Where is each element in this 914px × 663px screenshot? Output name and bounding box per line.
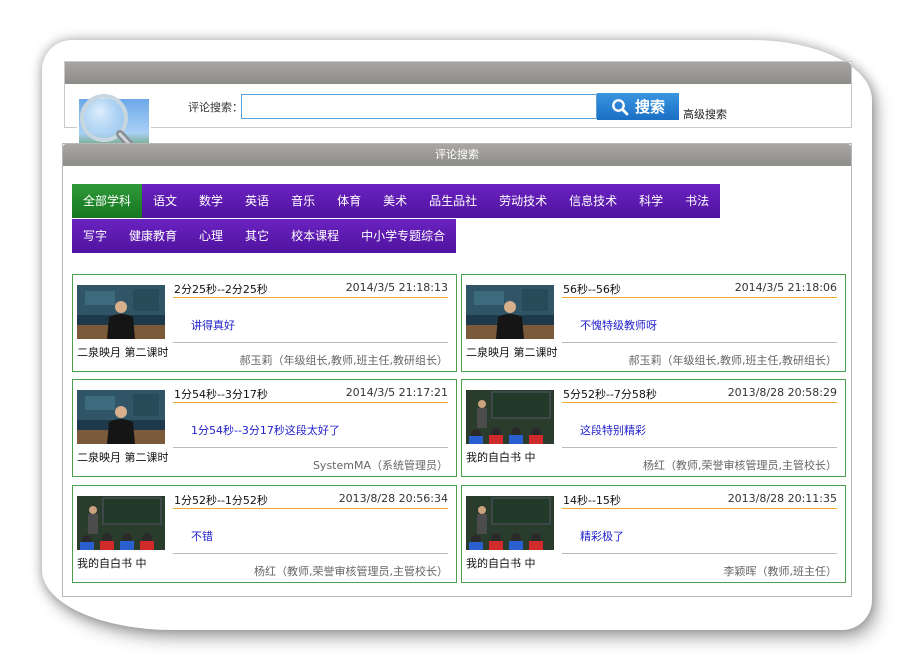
time-range: 5分52秒--7分58秒 (563, 388, 657, 401)
comment-text[interactable]: 这段特别精彩 (580, 422, 646, 438)
search-bar-header (65, 62, 851, 84)
divider (562, 297, 837, 298)
video-thumbnail[interactable] (77, 496, 165, 550)
tab-tabs_row1-3[interactable]: 英语 (234, 184, 281, 218)
divider (173, 342, 448, 343)
divider (562, 402, 837, 403)
tab-tabs_row1-8[interactable]: 劳动技术 (488, 184, 559, 218)
divider (173, 508, 448, 509)
divider (562, 553, 837, 554)
comment-date: 2014/3/5 21:18:06 (734, 281, 837, 294)
advanced-search-link[interactable]: 高级搜索 (683, 106, 727, 122)
tab-tabs_row1-2[interactable]: 数学 (188, 184, 235, 218)
search-input[interactable] (241, 94, 597, 119)
page: 评论搜索： 搜索 高级搜索 评论搜索 全部学科 语文 数学 英语 音乐 体育 美… (0, 0, 914, 663)
tab-tabs_row1-4[interactable]: 音乐 (280, 184, 327, 218)
comment-card: 二泉映月 第二课时 56秒--56秒 2014/3/5 21:18:06 不愧特级教师… (461, 274, 846, 372)
video-title[interactable]: 我的自白书 中 (77, 555, 147, 571)
comment-search-panel: 评论搜索 全部学科 语文 数学 英语 音乐 体育 美术 品生品社 劳动技术 信息技术 科学 书法 写字… (62, 143, 852, 597)
panel-title: 评论搜索 (63, 144, 851, 166)
tab-tabs_row2-2[interactable]: 心理 (188, 219, 235, 253)
search-label: 评论搜索： (188, 101, 243, 114)
video-thumbnail[interactable] (77, 390, 165, 444)
video-thumbnail[interactable] (466, 285, 554, 339)
time-range: 1分52秒--1分52秒 (174, 494, 268, 507)
divider (173, 447, 448, 448)
time-range: 56秒--56秒 (563, 283, 621, 296)
comment-card: 我的自白书 中 14秒--15秒 2013/8/28 20:11:35 精彩极了李颖晖… (461, 485, 846, 583)
comment-author: 李颖晖（教师,班主任） (723, 565, 838, 578)
divider (562, 342, 837, 343)
divider (173, 297, 448, 298)
video-thumbnail[interactable] (466, 496, 554, 550)
video-title[interactable]: 二泉映月 第二课时 (77, 344, 169, 360)
comment-text[interactable]: 不愧特级教师呀 (580, 317, 657, 333)
video-title[interactable]: 二泉映月 第二课时 (466, 344, 558, 360)
tab-tabs_row1-6[interactable]: 美术 (372, 184, 419, 218)
search-button-label: 搜索 (634, 98, 665, 116)
video-thumbnail[interactable] (466, 390, 554, 444)
comment-date: 2013/8/28 20:11:35 (727, 492, 837, 505)
time-range: 1分54秒--3分17秒 (174, 388, 268, 401)
tab-tabs_row2-4[interactable]: 校本课程 (280, 219, 351, 253)
tab-tabs_row1-0[interactable]: 全部学科 (72, 184, 143, 218)
video-title[interactable]: 二泉映月 第二课时 (77, 449, 169, 465)
comment-author: 郝玉莉（年级组长,教师,班主任,教研组长） (628, 354, 838, 367)
tab-tabs_row2-3[interactable]: 其它 (234, 219, 281, 253)
comment-author: SystemMA（系统管理员） (312, 459, 448, 472)
comment-text[interactable]: 不错 (191, 528, 213, 544)
comment-date: 2013/8/28 20:56:34 (338, 492, 448, 505)
video-thumbnail[interactable] (77, 285, 165, 339)
tab-tabs_row2-0[interactable]: 写字 (72, 219, 119, 253)
divider (562, 508, 837, 509)
comment-card: 二泉映月 第二课时 1分54秒--3分17秒 2014/3/5 21:17:21 1分… (72, 379, 457, 477)
comment-date: 2013/8/28 20:58:29 (727, 386, 837, 399)
comment-card: 我的自白书 中 5分52秒--7分58秒 2013/8/28 20:58:29 这段特… (461, 379, 846, 477)
subject-tabs-row-2: 写字 健康教育 心理 其它 校本课程 中小学专题综合 (72, 219, 457, 253)
comment-author: 郝玉莉（年级组长,教师,班主任,教研组长） (239, 354, 449, 367)
subject-tabs-row-1: 全部学科 语文 数学 英语 音乐 体育 美术 品生品社 劳动技术 信息技术 科学 书法 (72, 184, 721, 218)
divider (173, 402, 448, 403)
comment-author: 杨红（教师,荣誉审核管理员,主管校长） (254, 565, 448, 578)
divider (562, 447, 837, 448)
comment-card: 二泉映月 第二课时 2分25秒--2分25秒 2014/3/5 21:18:13 讲得… (72, 274, 457, 372)
tab-tabs_row1-1[interactable]: 语文 (142, 184, 189, 218)
tab-tabs_row2-1[interactable]: 健康教育 (118, 219, 189, 253)
tab-tabs_row1-10[interactable]: 科学 (628, 184, 675, 218)
tab-tabs_row1-9[interactable]: 信息技术 (558, 184, 629, 218)
tab-tabs_row2-5[interactable]: 中小学专题综合 (350, 219, 457, 253)
tab-tabs_row1-11[interactable]: 书法 (674, 184, 721, 218)
comment-date: 2014/3/5 21:17:21 (345, 386, 448, 399)
time-range: 2分25秒--2分25秒 (174, 283, 268, 296)
tab-tabs_row1-5[interactable]: 体育 (326, 184, 373, 218)
comment-card: 我的自白书 中 1分52秒--1分52秒 2013/8/28 20:56:34 不错杨… (72, 485, 457, 583)
tab-tabs_row1-7[interactable]: 品生品社 (418, 184, 489, 218)
comment-text[interactable]: 讲得真好 (191, 317, 235, 333)
divider (173, 553, 448, 554)
search-button[interactable]: 搜索 (597, 93, 679, 120)
comment-text[interactable]: 1分54秒--3分17秒这段太好了 (191, 422, 340, 438)
video-title[interactable]: 我的自白书 中 (466, 449, 536, 465)
search-row: 评论搜索： 搜索 高级搜索 (65, 90, 851, 122)
comment-date: 2014/3/5 21:18:13 (345, 281, 448, 294)
search-bar: 评论搜索： 搜索 高级搜索 (64, 61, 852, 128)
time-range: 14秒--15秒 (563, 494, 621, 507)
video-title[interactable]: 我的自白书 中 (466, 555, 536, 571)
search-icon (612, 98, 629, 115)
comment-author: 杨红（教师,荣誉审核管理员,主管校长） (643, 459, 837, 472)
comment-text[interactable]: 精彩极了 (580, 528, 624, 544)
